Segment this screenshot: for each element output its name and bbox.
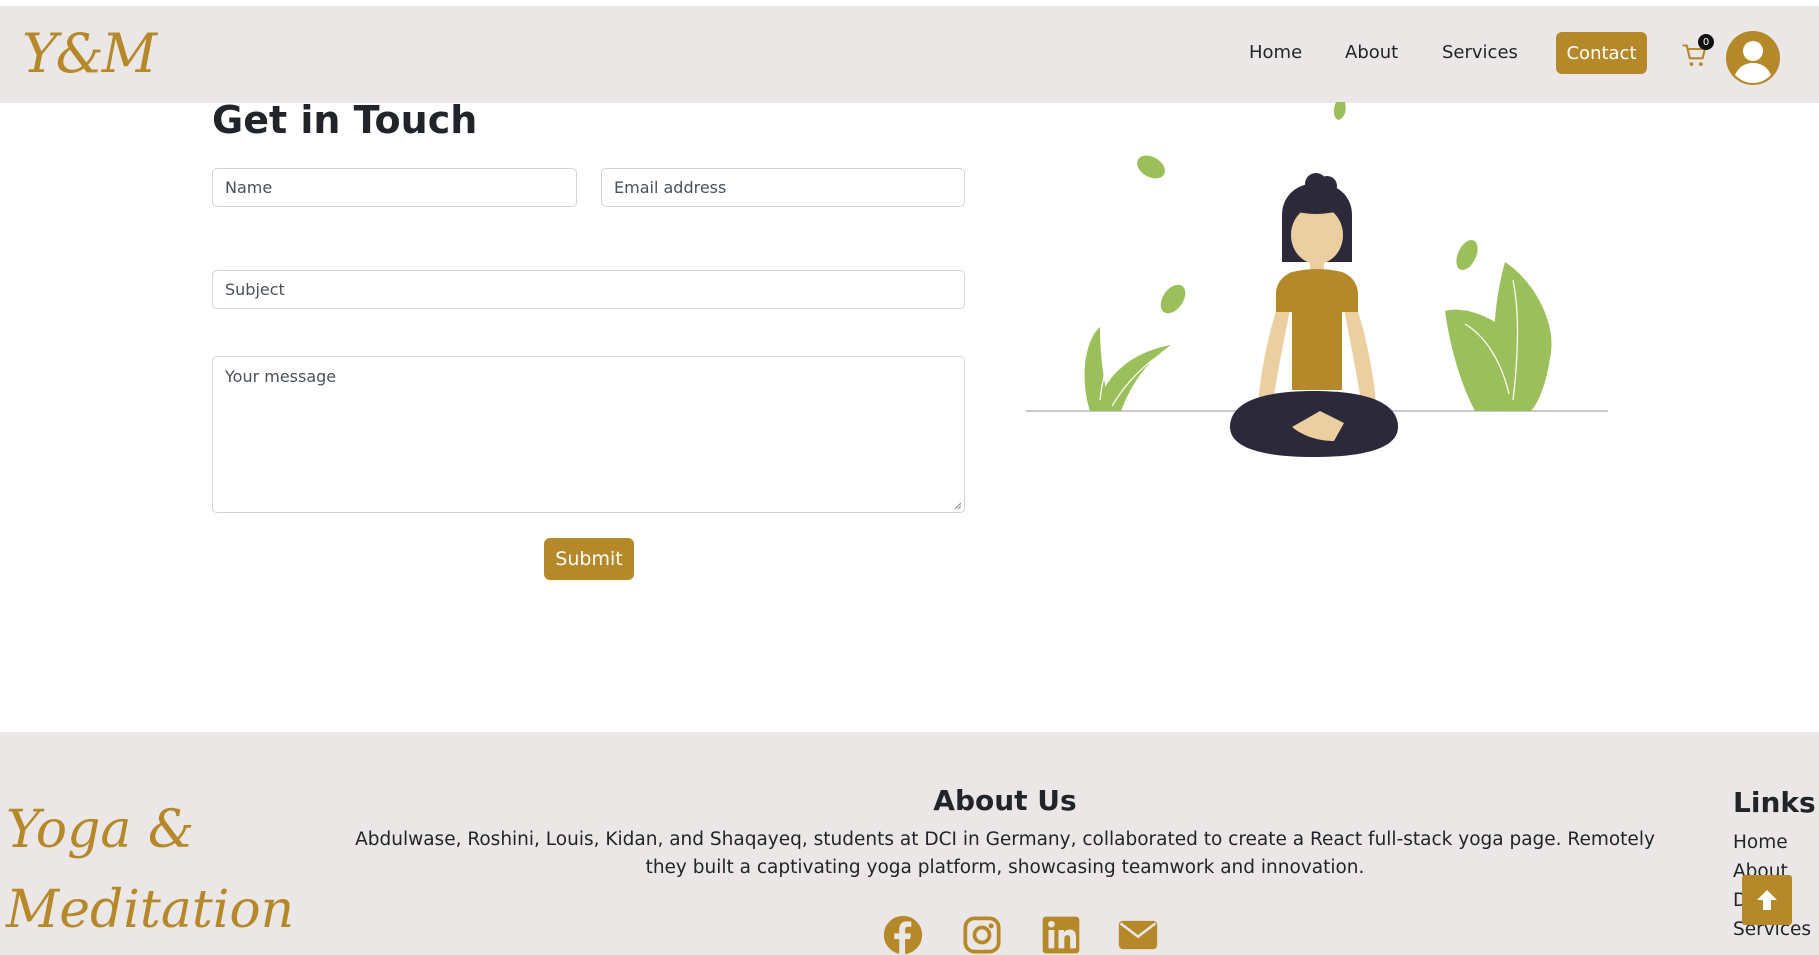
subject-input[interactable]: Subject (212, 270, 965, 309)
email-placeholder: Email address (614, 178, 727, 197)
instagram-icon[interactable] (958, 915, 1006, 955)
linkedin-icon[interactable] (1037, 915, 1085, 955)
links-title: Links (1733, 786, 1816, 819)
arrow-up-icon (1757, 890, 1777, 910)
about-title: About Us (933, 784, 1077, 817)
nav-home[interactable]: Home (1249, 32, 1302, 74)
subject-placeholder: Subject (225, 280, 285, 299)
email-input[interactable]: Email address (601, 168, 965, 207)
cart-count-badge: 0 (1698, 34, 1714, 50)
brand-logo[interactable]: Y&M (22, 24, 157, 84)
name-input[interactable]: Name (212, 168, 577, 207)
scroll-to-top-button[interactable] (1742, 875, 1792, 925)
message-textarea[interactable]: Your message (212, 356, 965, 513)
submit-button[interactable]: Submit (544, 538, 634, 580)
site-header: Y&M Home About Services Contact 0 (0, 6, 1819, 103)
email-icon[interactable] (1114, 915, 1162, 955)
name-placeholder: Name (225, 178, 273, 197)
nav-about[interactable]: About (1345, 32, 1398, 74)
contact-button[interactable]: Contact (1556, 32, 1647, 74)
page-title: Get in Touch (212, 98, 478, 142)
footer-link-home[interactable]: Home (1733, 831, 1788, 855)
footer-logo-line2: Meditation (6, 880, 295, 940)
about-text: Abdulwase, Roshini, Louis, Kidan, and Sh… (355, 829, 1655, 878)
message-placeholder: Your message (225, 367, 337, 386)
resize-handle-icon[interactable] (952, 500, 962, 510)
facebook-icon[interactable] (879, 915, 927, 955)
user-avatar-icon[interactable] (1725, 30, 1781, 86)
yoga-meditation-illustration (1026, 102, 1608, 457)
nav-services[interactable]: Services (1442, 32, 1518, 74)
